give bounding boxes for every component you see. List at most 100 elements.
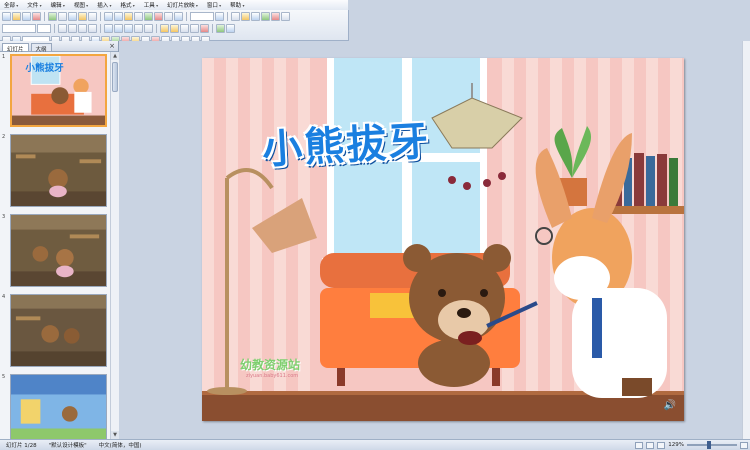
watermark-logo-text: 幼教资源站 (240, 358, 301, 372)
new-file-icon[interactable] (2, 12, 11, 21)
align-right-icon[interactable] (124, 24, 133, 33)
table-icon[interactable] (134, 12, 143, 21)
decrease-font-icon[interactable] (170, 24, 179, 33)
zoom-dropdown[interactable] (190, 12, 214, 21)
menu-window[interactable]: 窗口 (203, 1, 226, 9)
spell-check-icon[interactable] (48, 12, 57, 21)
options-icon[interactable] (281, 12, 290, 21)
undo-icon[interactable] (104, 12, 113, 21)
numbering-icon[interactable] (134, 24, 143, 33)
toolbar-separator (186, 12, 187, 21)
redo-icon[interactable] (114, 12, 123, 21)
current-slide[interactable]: 小熊拔牙 幼教资源站 ziyuan.baby611.com 🔊 (202, 58, 684, 421)
decrease-indent-icon[interactable] (180, 24, 189, 33)
panel-tabs: 幻灯片 大纲 × (0, 41, 118, 53)
speaker-icon[interactable]: 🔊 (664, 400, 676, 411)
shadow-icon[interactable] (88, 24, 97, 33)
grid-icon[interactable] (164, 12, 173, 21)
slide-thumbnail-5[interactable] (10, 374, 107, 439)
fit-to-window-icon[interactable] (740, 441, 748, 449)
font-name-dropdown[interactable] (2, 24, 36, 33)
save-icon[interactable] (22, 12, 31, 21)
tab-slides[interactable]: 幻灯片 (2, 43, 29, 53)
menu-file[interactable]: 文件 (23, 1, 46, 9)
stage-scrollbar[interactable] (742, 41, 750, 439)
thumbnail-number: 3 (2, 214, 6, 220)
toolbar-separator (100, 12, 101, 21)
thumbnail-row[interactable]: 3 (0, 212, 110, 290)
slide-thumbnail-4[interactable] (10, 294, 107, 367)
menu-insert[interactable]: 插入 (93, 1, 116, 9)
svg-text:小熊拔牙: 小熊拔牙 (24, 62, 64, 74)
slide-thumbnail-2[interactable] (10, 134, 107, 207)
font-size-dropdown[interactable] (37, 24, 51, 33)
toolbar-empty-area (349, 0, 750, 40)
zoom-slider-knob[interactable] (707, 441, 711, 449)
transition-icon[interactable] (226, 24, 235, 33)
cut-icon[interactable] (58, 12, 67, 21)
menu-format[interactable]: 格式 (116, 1, 139, 9)
align-left-icon[interactable] (104, 24, 113, 33)
menu-help[interactable]: 帮助 (226, 1, 249, 9)
menu-all[interactable]: 全部 (0, 1, 23, 9)
thumbnail-number: 5 (2, 374, 6, 380)
slide-thumbnail-1[interactable]: 小熊拔牙 (10, 54, 107, 127)
hyperlink-icon[interactable] (124, 12, 133, 21)
copy-icon[interactable] (68, 12, 77, 21)
design-icon[interactable] (231, 12, 240, 21)
bold-icon[interactable] (58, 24, 67, 33)
thumbnail-number: 4 (2, 294, 6, 300)
menu-view[interactable]: 视图 (70, 1, 93, 9)
thumbnail-list: 1 小熊拔牙 2 3 4 5 (0, 52, 110, 439)
increase-indent-icon[interactable] (190, 24, 199, 33)
color-grayscale-icon[interactable] (174, 12, 183, 21)
scrollbar-thumb[interactable] (112, 62, 118, 92)
menu-tools[interactable]: 工具 (140, 1, 163, 9)
increase-font-icon[interactable] (160, 24, 169, 33)
thumbnail-number: 2 (2, 134, 6, 140)
thumbnail-row[interactable]: 4 (0, 292, 110, 370)
italic-icon[interactable] (68, 24, 77, 33)
slides-panel: 幻灯片 大纲 × 1 小熊拔牙 2 3 4 5 ▲ ▼ (0, 41, 119, 439)
zoom-level[interactable]: 129% (668, 442, 684, 448)
thumbnail-row[interactable]: 2 (0, 132, 110, 210)
open-folder-icon[interactable] (12, 12, 21, 21)
thumbnail-row[interactable]: 1 小熊拔牙 (0, 52, 110, 130)
menu-slideshow[interactable]: 幻灯片放映 (163, 1, 203, 9)
watermark-url: ziyuan.baby611.com (246, 373, 299, 379)
slideshow-icon[interactable] (261, 12, 270, 21)
scroll-up-icon[interactable]: ▲ (111, 52, 119, 60)
print-icon[interactable] (32, 12, 41, 21)
tab-outline[interactable]: 大纲 (30, 43, 52, 53)
slide-layout-icon[interactable] (251, 12, 260, 21)
align-center-icon[interactable] (114, 24, 123, 33)
help-icon[interactable] (215, 12, 224, 21)
scroll-down-icon[interactable]: ▼ (111, 431, 119, 439)
menu-edit[interactable]: 编辑 (47, 1, 70, 9)
format-painter-icon[interactable] (88, 12, 97, 21)
slide-title[interactable]: 小熊拔牙 (261, 109, 432, 176)
picture-icon[interactable] (154, 12, 163, 21)
toolbar-separator (44, 12, 45, 21)
paste-icon[interactable] (78, 12, 87, 21)
toolbar-row-formatting (2, 23, 235, 34)
font-color-icon[interactable] (200, 24, 209, 33)
bullets-icon[interactable] (144, 24, 153, 33)
toolbar-separator (156, 24, 157, 33)
zoom-slider[interactable] (687, 441, 737, 449)
chart-icon[interactable] (144, 12, 153, 21)
thumbnail-scrollbar[interactable]: ▲ ▼ (110, 52, 119, 439)
toolbar (0, 10, 349, 45)
slide-sorter-icon[interactable] (646, 441, 655, 449)
animation-icon[interactable] (216, 24, 225, 33)
new-slide-icon[interactable] (241, 12, 250, 21)
close-panel-icon[interactable]: × (109, 42, 115, 50)
status-bar: 幻灯片 1/28 "默认设计模板" 中文(简体，中国) 129% (0, 439, 750, 450)
slideshow-view-icon[interactable] (657, 441, 666, 449)
thumbnail-row[interactable]: 5 (0, 372, 110, 439)
slide-thumbnail-3[interactable] (10, 214, 107, 287)
toolbar-row-standard (2, 11, 290, 22)
normal-view-icon[interactable] (635, 441, 644, 449)
drawing-icon[interactable] (271, 12, 280, 21)
underline-icon[interactable] (78, 24, 87, 33)
